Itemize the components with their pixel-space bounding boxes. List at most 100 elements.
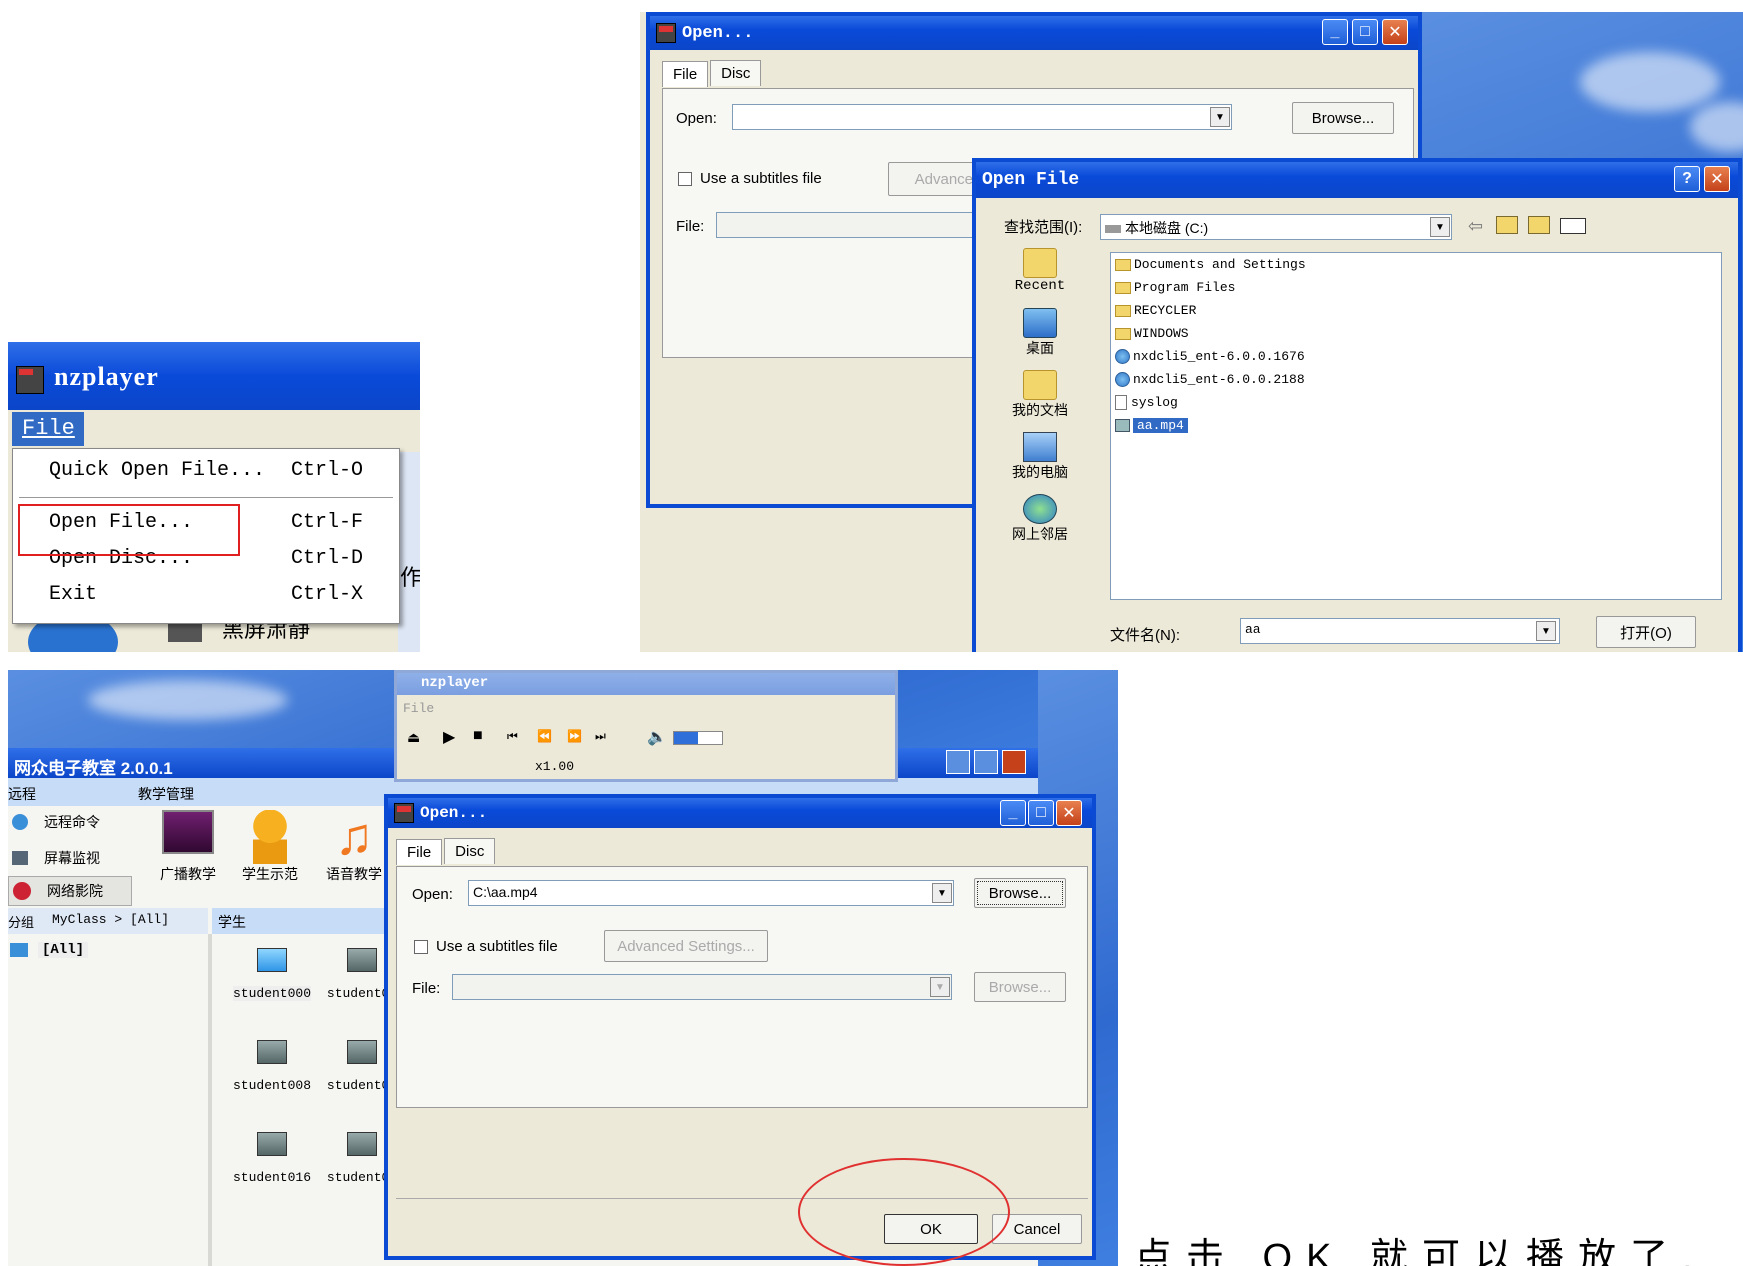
- stop-icon[interactable]: ■: [473, 727, 483, 745]
- monitor-icon: [347, 1040, 377, 1064]
- next-icon[interactable]: ⏭: [595, 729, 606, 744]
- help-button[interactable]: ?: [1674, 166, 1700, 192]
- eject-icon[interactable]: ⏏: [407, 729, 420, 746]
- open-file-title-bar: Open File: [976, 162, 1738, 198]
- folder-icon: [1115, 304, 1131, 317]
- advanced-settings-button[interactable]: Advanced Settings...: [604, 930, 768, 962]
- maximize-button[interactable]: □: [1028, 800, 1054, 826]
- student-tile[interactable]: student000: [232, 948, 312, 1001]
- close-button[interactable]: [1002, 750, 1026, 774]
- file-input[interactable]: [452, 974, 952, 1000]
- open-dialog-title: Open...: [682, 23, 754, 43]
- globe-icon: [12, 814, 28, 830]
- menu-item-exit[interactable]: Exit: [49, 583, 97, 606]
- file-name: Documents and Settings: [1134, 257, 1306, 272]
- file-item-selected[interactable]: aa.mp4: [1115, 418, 1188, 433]
- prev-icon[interactable]: ⏮: [507, 729, 518, 744]
- file-item[interactable]: WINDOWS: [1115, 326, 1189, 341]
- chevron-down-icon[interactable]: ▼: [1430, 217, 1450, 237]
- volume-slider[interactable]: [673, 731, 723, 745]
- file-name: Program Files: [1134, 280, 1236, 295]
- look-in-select[interactable]: 本地磁盘 (C:): [1100, 214, 1452, 240]
- group-label: 分组: [8, 915, 35, 930]
- highlight-ellipse: [798, 1158, 1010, 1266]
- file-name: syslog: [1131, 395, 1178, 410]
- place-recent[interactable]: Recent: [1000, 248, 1080, 294]
- file-item[interactable]: nxdcli5_ent-6.0.0.2188: [1115, 372, 1305, 387]
- view-menu-icon[interactable]: [1560, 218, 1586, 234]
- close-button[interactable]: ✕: [1704, 166, 1730, 192]
- sidebar-item-network-cinema[interactable]: 网络影院: [8, 876, 132, 906]
- back-icon[interactable]: ⇦: [1468, 216, 1483, 237]
- open-input[interactable]: C:\aa.mp4: [468, 880, 954, 906]
- file-item[interactable]: syslog: [1115, 395, 1178, 410]
- sidebar-item-remote-command[interactable]: 远程命令: [12, 812, 100, 832]
- file-item[interactable]: RECYCLER: [1115, 303, 1196, 318]
- close-button[interactable]: ✕: [1382, 19, 1408, 45]
- chevron-down-icon[interactable]: ▼: [930, 977, 950, 997]
- tool-student-demo[interactable]: 学生示范: [230, 810, 310, 884]
- file-item[interactable]: nxdcli5_ent-6.0.0.1676: [1115, 349, 1305, 364]
- app-icon: [394, 803, 414, 823]
- student-tile[interactable]: student008: [232, 1040, 312, 1093]
- tab-disc[interactable]: Disc: [710, 60, 762, 86]
- chevron-down-icon[interactable]: ▼: [1536, 621, 1556, 641]
- player-menu-file[interactable]: File: [403, 701, 434, 716]
- place-computer[interactable]: 我的电脑: [1000, 432, 1080, 482]
- maximize-button[interactable]: □: [1352, 19, 1378, 45]
- place-network[interactable]: 网上邻居: [1000, 494, 1080, 544]
- forward-icon[interactable]: ⏩: [567, 729, 582, 743]
- folder-icon: [1023, 248, 1057, 278]
- minimize-button[interactable]: [946, 750, 970, 774]
- folder-icon: [1115, 327, 1131, 340]
- chevron-down-icon[interactable]: ▼: [1210, 107, 1230, 127]
- new-folder-icon[interactable]: [1528, 216, 1550, 234]
- browse-button-disabled[interactable]: Browse...: [974, 972, 1066, 1002]
- open-input[interactable]: [732, 104, 1232, 130]
- chevron-down-icon[interactable]: ▼: [932, 883, 952, 903]
- window-title: nzplayer: [54, 362, 159, 391]
- file-list[interactable]: Documents and Settings Program Files REC…: [1110, 252, 1722, 600]
- student-tile[interactable]: student016: [232, 1132, 312, 1185]
- menu-item-quick-open[interactable]: Quick Open File...: [49, 459, 265, 482]
- person-icon: [253, 810, 287, 864]
- filename-input[interactable]: aa: [1240, 618, 1560, 644]
- sidebar-item-screen-monitor[interactable]: 屏幕监视: [12, 848, 100, 868]
- tab-file[interactable]: File: [662, 61, 709, 87]
- tab-file[interactable]: File: [396, 839, 443, 865]
- subtitles-checkbox[interactable]: [414, 940, 428, 954]
- up-folder-icon[interactable]: [1496, 216, 1518, 234]
- maximize-button[interactable]: [974, 750, 998, 774]
- close-button[interactable]: ✕: [1056, 800, 1082, 826]
- open-label: Open:: [676, 110, 717, 127]
- tool-broadcast[interactable]: 广播教学: [148, 810, 228, 884]
- tab-disc[interactable]: Disc: [444, 838, 496, 864]
- minimize-button[interactable]: _: [1322, 19, 1348, 45]
- play-icon[interactable]: ▶: [443, 727, 455, 747]
- file-input[interactable]: [716, 212, 1016, 238]
- menu-file[interactable]: File: [12, 412, 84, 446]
- browse-button[interactable]: Browse...: [1292, 102, 1394, 134]
- menu-teaching-mgmt[interactable]: 教学管理: [138, 784, 194, 804]
- minimize-button[interactable]: _: [1000, 800, 1026, 826]
- tree-pane-divider: [208, 934, 212, 1266]
- tool-voice-teaching[interactable]: ♫ 语音教学: [314, 810, 394, 884]
- place-label: 我的电脑: [1012, 464, 1068, 480]
- computer-icon: [1023, 432, 1057, 462]
- folder-icon: [1115, 258, 1131, 271]
- subtitles-checkbox[interactable]: [678, 172, 692, 186]
- menu-remote[interactable]: 远程: [8, 784, 36, 804]
- file-item[interactable]: Documents and Settings: [1115, 257, 1306, 272]
- browse-button[interactable]: Browse...: [974, 878, 1066, 908]
- place-desktop[interactable]: 桌面: [1000, 308, 1080, 358]
- place-label: 我的文档: [1012, 402, 1068, 418]
- volume-icon[interactable]: 🔈: [647, 727, 667, 747]
- place-label: 网上邻居: [1012, 526, 1068, 542]
- classroom-title: 网众电子教室 2.0.0.1: [14, 759, 173, 778]
- rewind-icon[interactable]: ⏪: [537, 729, 552, 743]
- subtitles-label: Use a subtitles file: [700, 170, 822, 187]
- file-item[interactable]: Program Files: [1115, 280, 1235, 295]
- place-documents[interactable]: 我的文档: [1000, 370, 1080, 420]
- tree-item-all[interactable]: [All]: [10, 942, 89, 958]
- open-button[interactable]: 打开(O): [1596, 616, 1696, 648]
